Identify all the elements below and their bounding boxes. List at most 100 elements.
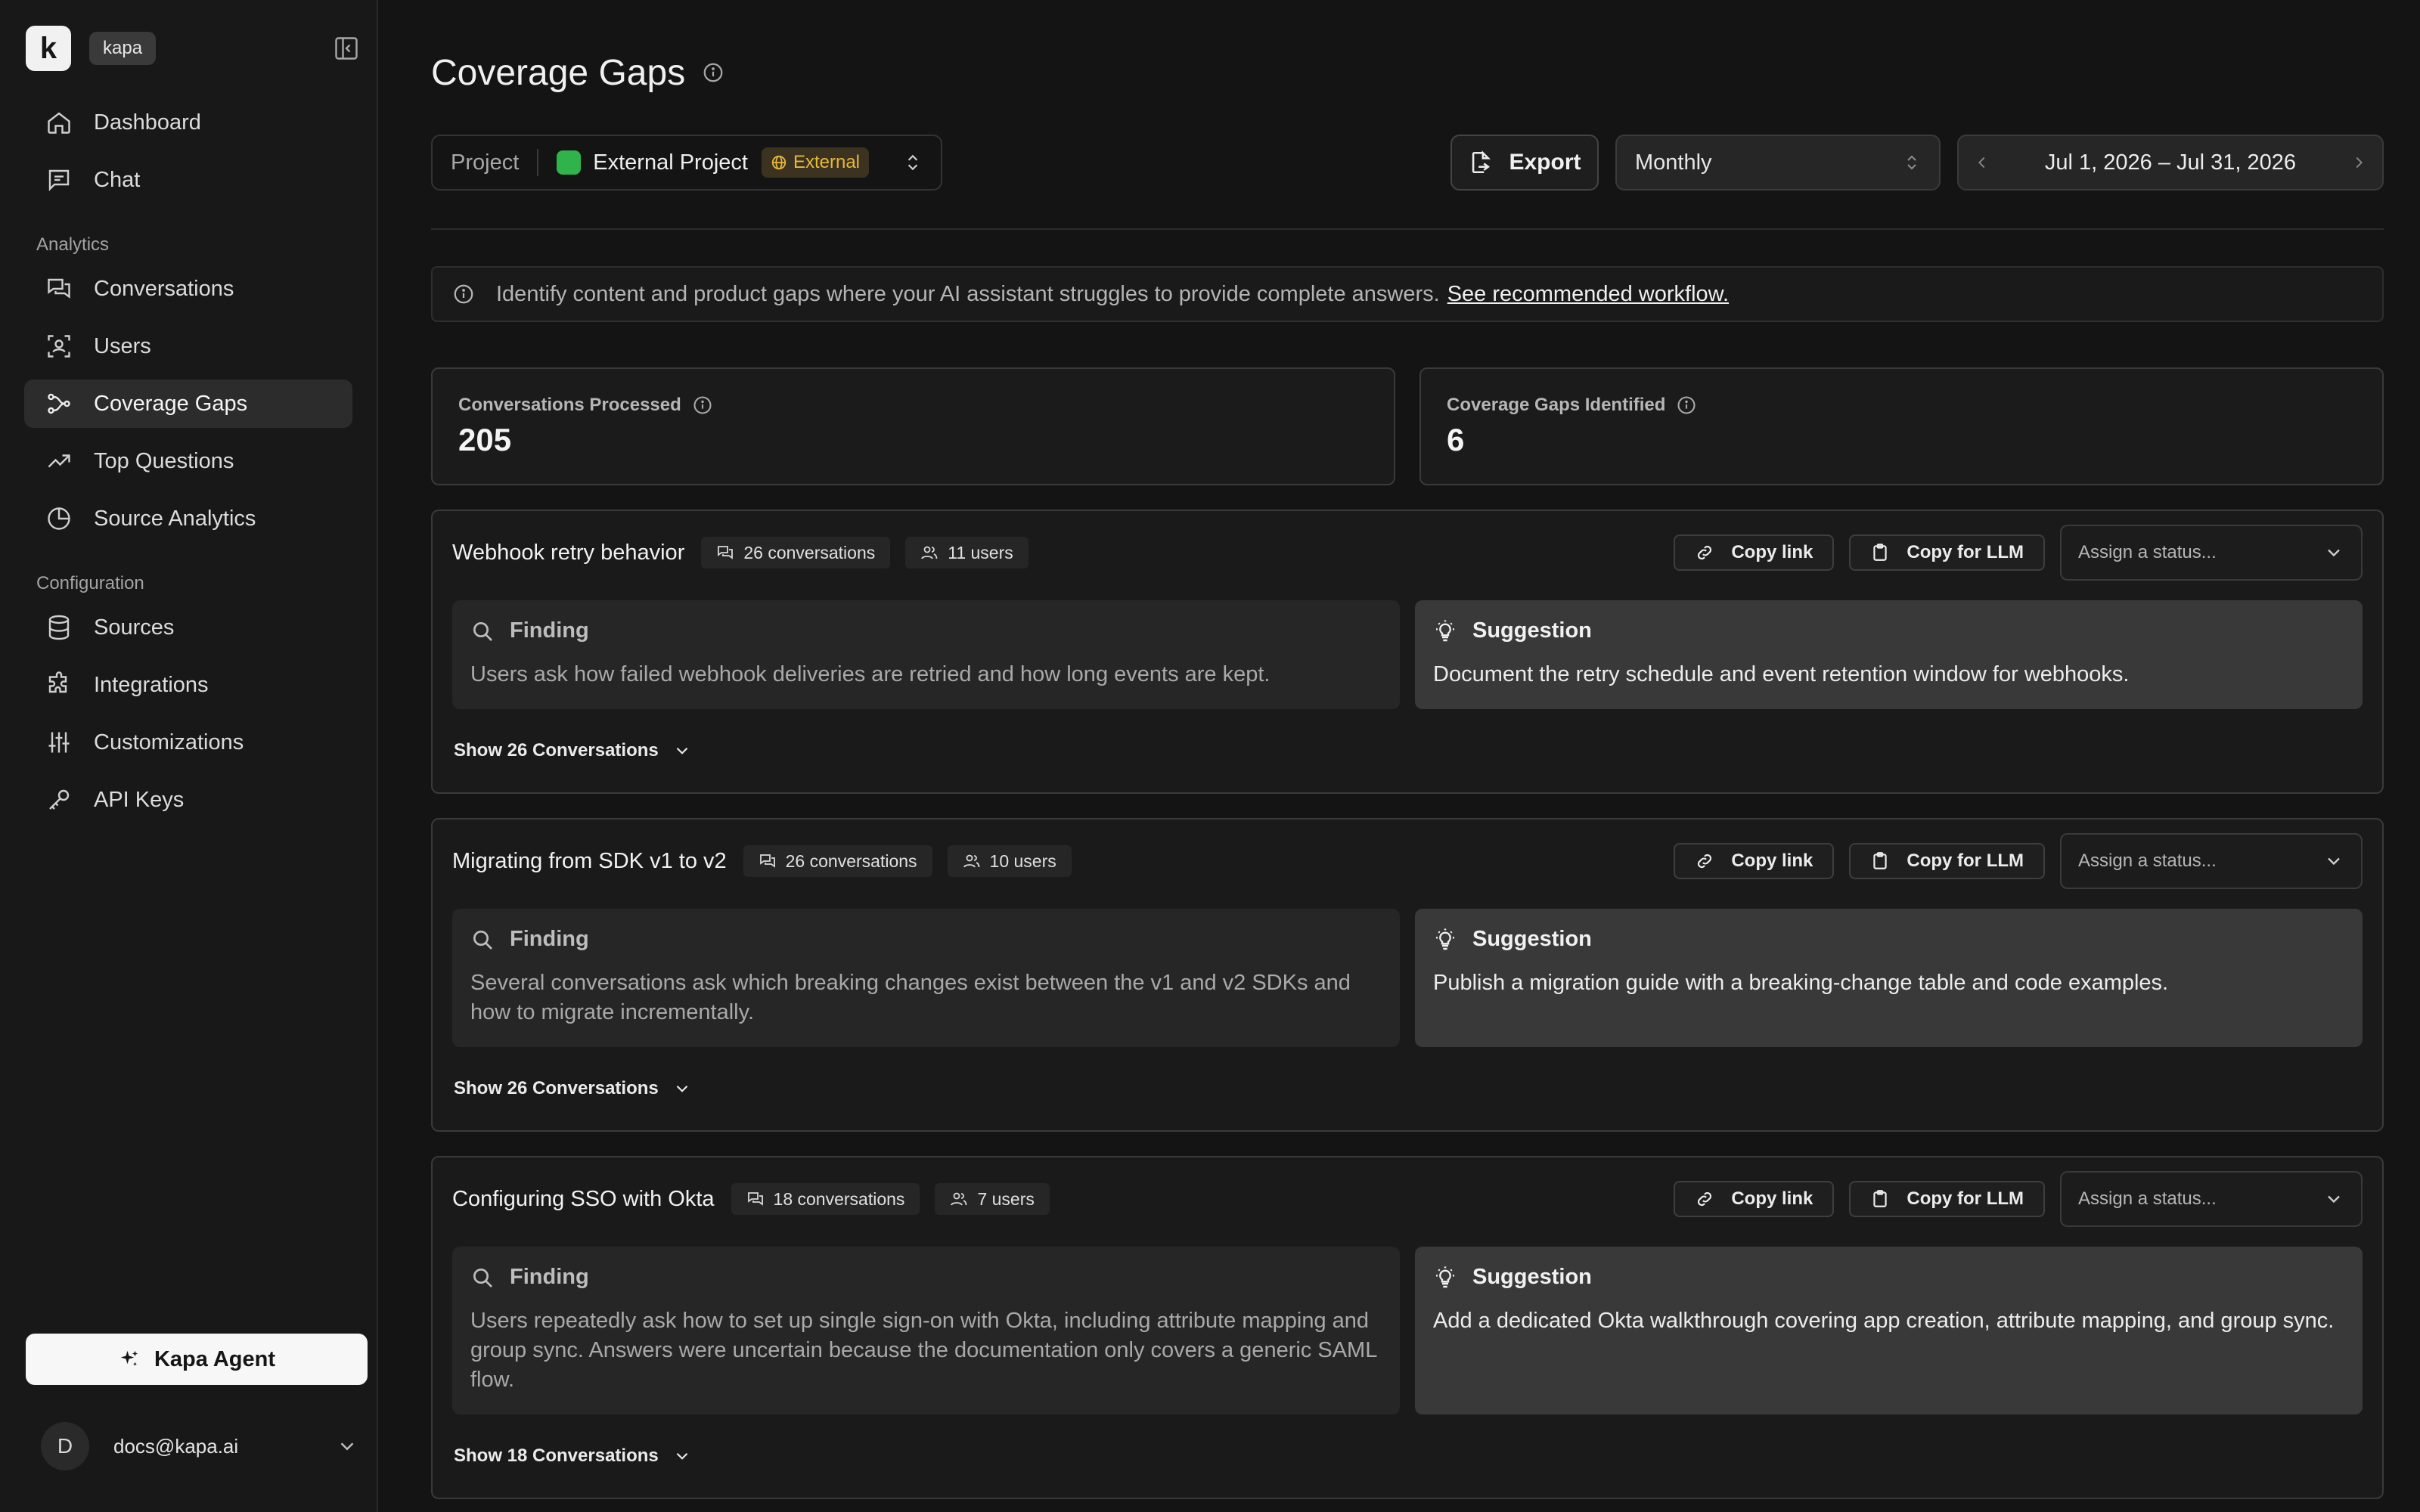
sidebar-item-conversations[interactable]: Conversations [24,265,352,313]
chevron-down-icon [676,1452,688,1460]
suggestion-text: Document the retry schedule and event re… [1433,662,2130,686]
sidebar-item-sources[interactable]: Sources [24,603,352,652]
external-badge: External [761,147,870,178]
show-conversations-label: Show 26 Conversations [454,1078,659,1098]
globe-icon [771,155,786,170]
copy-link-button[interactable]: Copy link [1674,1181,1835,1217]
export-label: Export [1509,150,1581,175]
status-placeholder: Assign a status... [2078,850,2217,871]
show-conversations-toggle[interactable]: Show 26 Conversations [452,1047,2363,1130]
gap-card: Migrating from SDK v1 to v2 26 conversat… [431,818,2384,1132]
clipboard-icon [1873,1190,1888,1207]
finding-pane: Finding Users repeatedly ask how to set … [452,1247,1400,1414]
sidebar-item-chat[interactable]: Chat [24,156,352,204]
users-icon [963,854,979,868]
section-divider [431,228,2384,230]
org-badge[interactable]: kapa [89,32,157,65]
sidebar-item-top-questions[interactable]: Top Questions [24,437,352,485]
sidebar-item-label: API Keys [94,787,185,812]
sparkle-icon [120,1350,138,1366]
nav-section-analytics: Analytics [36,234,110,255]
finding-text: Several conversations ask which breaking… [470,971,1351,1024]
project-color-dot [557,150,582,175]
chevron-down-icon [2328,549,2340,557]
info-icon[interactable] [692,395,713,416]
users-icon [951,1192,967,1206]
users-icon [48,335,70,358]
conversations-icon [747,1192,763,1206]
suggestion-label: Suggestion [1472,618,1592,643]
info-icon[interactable] [1676,395,1697,416]
sidebar-item-api-keys[interactable]: API Keys [24,776,352,824]
search-icon [473,621,492,641]
copy-link-button[interactable]: Copy link [1674,534,1835,571]
link-icon [1698,854,1712,869]
lightbulb-icon [1436,928,1454,950]
copy-for-llm-label: Copy for LLM [1907,542,2024,562]
link-icon [1698,1191,1712,1207]
avatar: D [41,1422,89,1470]
users-count-chip: 10 users [947,845,1072,877]
sidebar: k kapa Dashboard Chat Analytics Conversa… [0,0,378,1512]
stat-label: Coverage Gaps Identified [1447,395,1666,415]
sidebar-item-source-analytics[interactable]: Source Analytics [24,494,352,543]
sidebar-item-customizations[interactable]: Customizations [24,718,352,767]
show-conversations-label: Show 26 Conversations [454,740,659,761]
coverage-gaps-icon [48,393,70,414]
home-icon [48,112,70,134]
project-select[interactable]: Project External Project External [431,135,942,191]
chat-icon [48,169,70,191]
recommended-workflow-link[interactable]: See recommended workflow. [1447,282,1729,307]
users-count: 7 users [977,1188,1035,1209]
sidebar-item-label: Conversations [94,276,234,301]
sidebar-item-coverage-gaps[interactable]: Coverage Gaps [24,380,352,428]
sidebar-item-integrations[interactable]: Integrations [24,661,352,709]
copy-for-llm-button[interactable]: Copy for LLM [1849,843,2045,879]
trending-icon [48,454,70,468]
copy-link-label: Copy link [1731,542,1813,562]
suggestion-pane: Suggestion Add a dedicated Okta walkthro… [1415,1247,2363,1414]
chevron-left-icon[interactable] [1974,154,1990,171]
sidebar-item-label: Source Analytics [94,506,256,531]
stat-card-conversations-processed: Conversations Processed 205 [431,367,1395,485]
chevron-down-icon [2328,1195,2340,1204]
database-icon [48,615,70,640]
clipboard-icon [1873,544,1888,561]
copy-for-llm-button[interactable]: Copy for LLM [1849,1181,2045,1217]
user-menu[interactable]: D docs@kapa.ai [41,1421,358,1471]
sidebar-item-dashboard[interactable]: Dashboard [24,98,352,147]
copy-link-button[interactable]: Copy link [1674,843,1835,879]
copy-for-llm-button[interactable]: Copy for LLM [1849,534,2045,571]
gap-title: Migrating from SDK v1 to v2 [452,848,727,873]
sidebar-item-label: Customizations [94,730,244,754]
show-conversations-toggle[interactable]: Show 26 Conversations [452,709,2363,792]
kapa-logo[interactable]: k [26,26,71,71]
date-range-picker[interactable]: Jul 1, 2026 – Jul 31, 2026 [1957,135,2384,191]
show-conversations-toggle[interactable]: Show 18 Conversations [452,1414,2363,1498]
date-range-value: Jul 1, 2026 – Jul 31, 2026 [2044,150,2297,175]
status-select[interactable]: Assign a status... [2060,525,2363,581]
status-select[interactable]: Assign a status... [2060,1171,2363,1227]
sidebar-item-users[interactable]: Users [24,322,352,370]
info-banner-text: Identify content and product gaps where … [496,281,1440,306]
users-count-chip: 11 users [905,537,1028,569]
main-content: Coverage Gaps Project External Project E… [378,0,2420,1512]
sidebar-item-label: Sources [94,615,175,640]
kapa-agent-button[interactable]: Kapa Agent [26,1334,368,1385]
chevron-right-icon[interactable] [2350,154,2367,171]
lightbulb-icon [1436,619,1454,641]
finding-label: Finding [510,1265,589,1289]
conversations-icon [48,278,70,299]
page-title: Coverage Gaps [431,52,686,93]
key-icon [49,789,70,810]
finding-label: Finding [510,618,589,643]
stat-value: 6 [1447,422,1465,457]
users-count-chip: 7 users [935,1183,1050,1215]
status-select[interactable]: Assign a status... [2060,833,2363,889]
period-select[interactable]: Monthly [1615,135,1941,191]
chevron-down-icon [676,1085,688,1092]
sidebar-toggle-icon[interactable] [333,35,360,62]
info-icon[interactable] [702,61,724,84]
conversations-icon [718,546,734,559]
export-button[interactable]: Export [1450,135,1599,191]
